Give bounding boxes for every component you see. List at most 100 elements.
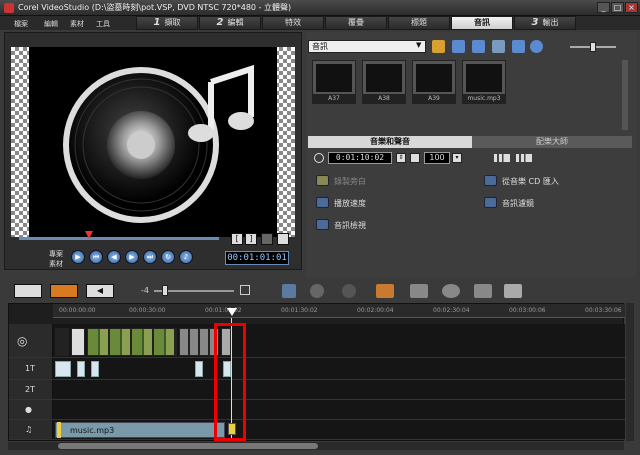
clip-marker [57,422,61,438]
step-title[interactable]: 標題 [388,16,450,30]
playback-speed-button[interactable]: 播放速度 [334,198,366,209]
ruler-label: 00:00:00:00 [59,307,96,314]
music-clip[interactable]: music.mp3 [55,422,225,438]
ruler-label: 00:01:30:02 [281,307,318,314]
undo-icon[interactable] [310,284,324,298]
menu-tools[interactable]: 工具 [96,19,110,29]
home-button[interactable]: ⏮ [89,250,103,264]
mode-project[interactable]: 專案 [49,249,63,259]
chapter-icon[interactable] [442,284,460,298]
audio-view-toggle[interactable]: ◀ [86,284,114,298]
mark-out-button[interactable]: ] [245,233,257,245]
menu-file[interactable]: 檔案 [14,19,28,29]
fit-project-icon[interactable] [240,285,250,295]
library-panel: 音訊 ▼ A37 A38 A39 music.mp3 音樂和聲音 配樂大師 0:… [306,32,636,278]
step-audio[interactable]: 音訊 [451,16,513,30]
window-title: Corel VideoStudio (D:\盜墓時刻\pot.VSP, DVD … [18,3,292,12]
library-dropdown[interactable]: 音訊 [308,40,426,53]
timeline-vscrollbar[interactable] [626,303,634,441]
insert-media-icon[interactable] [282,284,296,298]
step-effect[interactable]: 特效 [262,16,324,30]
library-thumb[interactable]: A38 [362,60,406,104]
menu-edit[interactable]: 編輯 [44,19,58,29]
audio-view-icon [316,219,329,230]
tab-music-voice[interactable]: 音樂和聲音 [308,136,472,148]
step-edit[interactable]: 2 編輯 [199,16,261,30]
chevron-down-icon[interactable]: ▼ [416,41,421,49]
voice-icon: ● [25,405,32,414]
volume-button[interactable]: ♪ [179,250,193,264]
options-icon[interactable] [492,40,505,53]
library-thumb[interactable]: A37 [312,60,356,104]
fade-out-button[interactable] [516,154,532,162]
app-logo-icon [4,3,14,13]
library-manager-icon[interactable] [512,40,525,53]
library-thumb[interactable]: music.mp3 [462,60,506,104]
tab-smartsound[interactable]: 配樂大師 [472,136,632,148]
video-clip[interactable] [71,328,85,356]
title-clip[interactable] [91,361,99,377]
step-share[interactable]: 3 輸出 [514,16,576,30]
maximize-button[interactable]: □ [611,2,624,13]
title-clip[interactable] [77,361,85,377]
split-button[interactable] [261,233,273,245]
duration-input[interactable]: 0:01:10:02 [328,152,392,164]
redo-icon[interactable] [342,284,356,298]
end-button[interactable]: ⏭ [143,250,157,264]
scrub-bar[interactable] [19,237,219,240]
preview-screen [11,47,295,237]
video-clip[interactable] [179,328,219,356]
volume-dropdown[interactable]: ▾ [452,153,462,163]
import-icon[interactable] [452,40,465,53]
play-button[interactable]: ▶ [71,250,85,264]
mark-in-button[interactable]: [ [231,233,243,245]
smart-render-icon[interactable] [376,284,394,298]
voice-track: ● [9,400,625,420]
menu-clip[interactable]: 素材 [70,19,84,29]
close-button[interactable]: × [625,2,638,13]
step-overlay[interactable]: 覆疊 [325,16,387,30]
video-clip[interactable] [87,328,177,356]
mode-clip[interactable]: 素材 [49,259,63,269]
hscroll-thumb[interactable] [58,443,318,449]
minimize-button[interactable]: _ [597,2,610,13]
expand-icon[interactable] [530,40,543,53]
audio-mixer-icon[interactable] [504,284,522,298]
zoom-handle[interactable] [162,285,168,296]
timeline-view-button[interactable] [50,284,78,298]
cd-import-icon [484,175,497,186]
step-capture[interactable]: 1 擷取 [136,16,198,30]
zoom-out-icon[interactable]: -4 [141,286,149,295]
timecode-display[interactable]: 00:01:01:01 [225,251,289,265]
volume-input[interactable]: 100 [424,152,450,164]
audio-filter-button[interactable]: 音訊濾鏡 [502,198,534,209]
storyboard-view-button[interactable] [14,284,42,298]
sort-icon[interactable] [472,40,485,53]
music-track: ♫ music.mp3 [9,420,625,440]
batch-convert-icon[interactable] [410,284,428,298]
repeat-button[interactable]: ↻ [161,250,175,264]
title-track-2: 2T [9,380,625,400]
title-clip[interactable] [55,361,71,377]
enlarge-button[interactable] [277,233,289,245]
clock-icon [314,153,324,163]
timeline-hscrollbar[interactable] [8,442,624,450]
thumb-size-handle[interactable] [590,42,596,52]
speed-icon [316,197,329,208]
video-clip[interactable] [55,328,69,356]
track-header: 1T [9,358,53,379]
ruler-label: 00:02:30:04 [433,307,470,314]
folder-icon[interactable] [432,40,445,53]
record-voice-button[interactable]: 錄製旁白 [334,176,366,187]
duration-stepper[interactable]: ⇕ [396,153,406,163]
fade-in-button[interactable] [494,154,510,162]
prev-frame-button[interactable]: ◀ [107,250,121,264]
track-header: ♫ [9,420,53,439]
import-cd-button[interactable]: 從音樂 CD 匯入 [502,176,559,187]
audio-view-button[interactable]: 音訊檢視 [334,220,366,231]
title-clip[interactable] [195,361,203,377]
library-thumb[interactable]: A39 [412,60,456,104]
next-frame-button[interactable]: ▶ [125,250,139,264]
track-manager-icon[interactable] [474,284,492,298]
library-scrollbar[interactable] [622,60,628,130]
